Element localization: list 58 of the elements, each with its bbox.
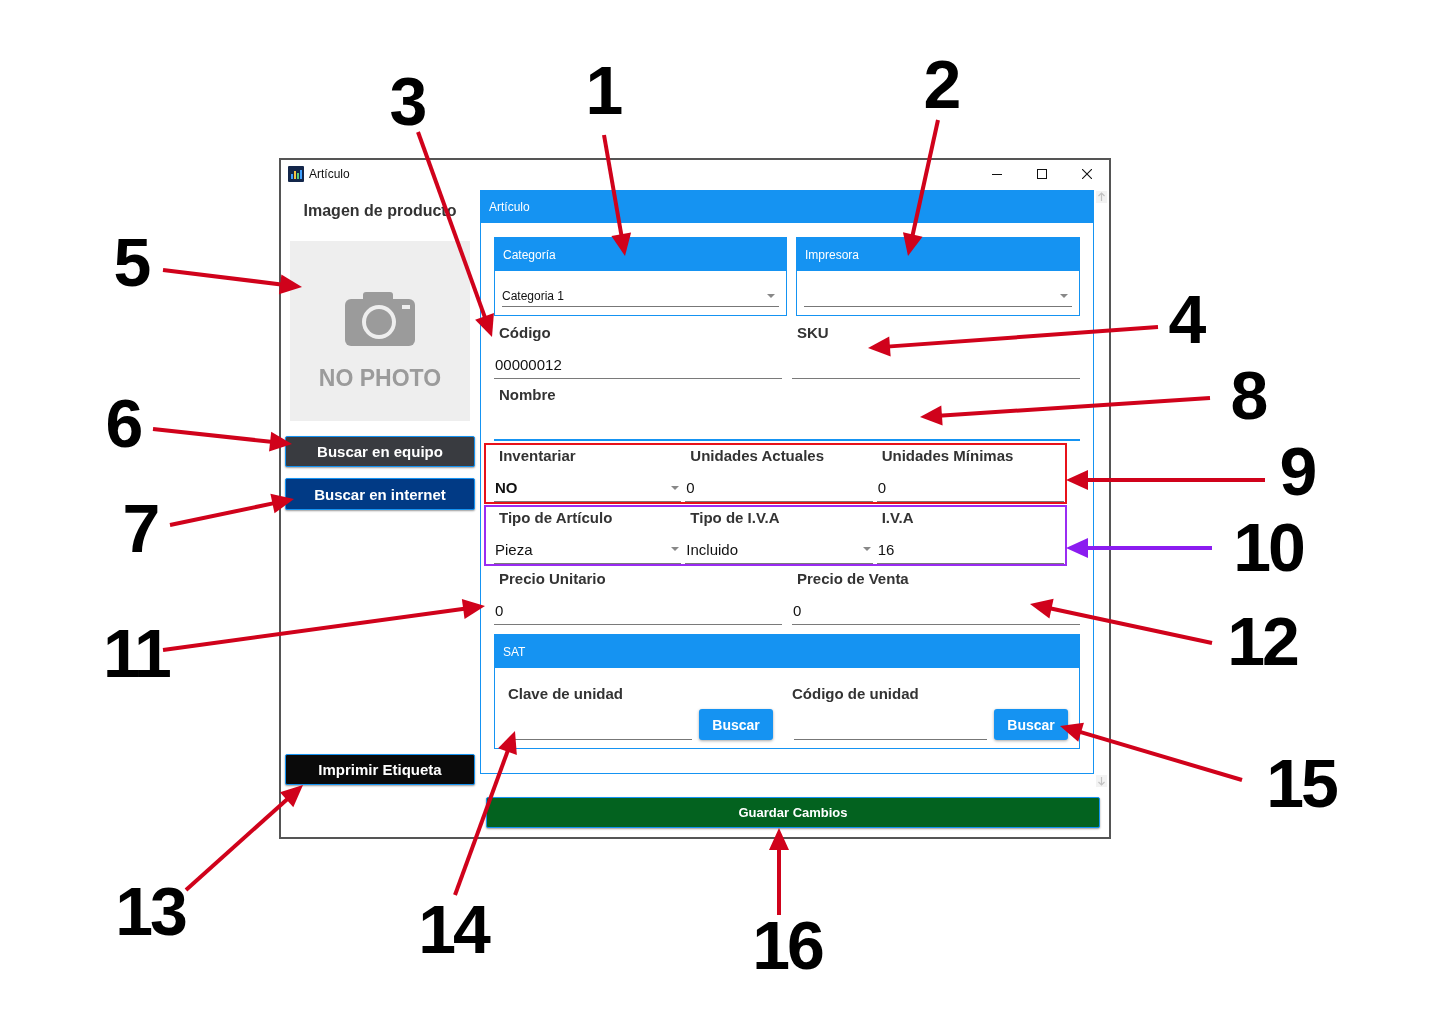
field-label: Clave de unidad xyxy=(508,684,624,704)
callout-number: 2 xyxy=(923,50,959,118)
text-field[interactable]: 0 xyxy=(494,597,782,625)
callout-number: 7 xyxy=(122,494,158,562)
callout-number: 12 xyxy=(1227,607,1297,675)
window-title: Artículo xyxy=(309,167,350,181)
caret-icon xyxy=(671,485,680,490)
dropdown-field[interactable]: Pieza xyxy=(494,535,682,564)
print-label-button[interactable]: Imprimir Etiqueta xyxy=(285,754,475,785)
caret-icon xyxy=(671,547,680,551)
field-label: Tipo de Artículo xyxy=(498,507,613,528)
text-field[interactable]: 0 xyxy=(685,474,873,502)
callout-number: 14 xyxy=(418,895,488,963)
selector-header: Categoría xyxy=(495,238,786,271)
maximize-icon[interactable] xyxy=(1036,169,1047,179)
field-label: Precio Unitario xyxy=(498,569,606,589)
camera-icon xyxy=(345,292,415,346)
text-field[interactable]: 00000012 xyxy=(494,351,782,379)
dropdown-field[interactable]: Incluido xyxy=(685,535,873,564)
close-icon[interactable] xyxy=(1081,169,1092,179)
app-icon xyxy=(288,166,304,182)
callout-number: 5 xyxy=(113,228,149,296)
caret-icon xyxy=(1060,293,1068,298)
callout-number: 15 xyxy=(1266,749,1336,817)
text-field[interactable]: 0 xyxy=(876,474,1064,502)
field-label: Unidades Mínimas xyxy=(880,446,1014,466)
minimize-icon[interactable] xyxy=(991,173,1002,175)
callout-number: 8 xyxy=(1230,361,1266,429)
callout-number: 9 xyxy=(1279,437,1315,505)
group-header: Artículo xyxy=(481,191,1093,223)
field-label: Unidades Actuales xyxy=(689,446,824,466)
callout-number: 3 xyxy=(389,67,425,135)
save-button[interactable]: Guardar Cambios xyxy=(486,797,1100,828)
group-header: SAT xyxy=(495,635,1079,668)
callout-number: 10 xyxy=(1233,513,1303,581)
dropdown-field[interactable]: Categoria 1 xyxy=(502,285,779,307)
callout-number: 4 xyxy=(1168,285,1204,353)
field-label: Código xyxy=(498,323,551,343)
field-label: Inventariar xyxy=(498,446,576,466)
field-label: I.V.A xyxy=(880,507,914,528)
field-label: Código de unidad xyxy=(792,684,919,704)
caret-icon xyxy=(767,293,775,298)
search-device-button[interactable]: Buscar en equipo xyxy=(285,436,475,467)
field-label: SKU xyxy=(796,323,829,343)
field-label: Tipo de I.V.A xyxy=(689,507,780,528)
search-web-button[interactable]: Buscar en internet xyxy=(285,478,475,510)
callout-number: 1 xyxy=(585,56,621,124)
callout-number: 11 xyxy=(103,619,169,687)
callout-number: 16 xyxy=(752,911,822,979)
field-label: Nombre xyxy=(498,384,556,405)
photo-caption: NO PHOTO xyxy=(318,366,442,390)
text-field[interactable]: 16 xyxy=(876,535,1064,564)
caret-icon xyxy=(862,547,871,551)
dropdown-field[interactable]: NO xyxy=(494,474,682,502)
callout-number: 13 xyxy=(115,877,185,945)
callout-number: 6 xyxy=(105,389,141,457)
field-label: Precio de Venta xyxy=(796,569,909,589)
selector-header: Impresora xyxy=(797,238,1079,271)
